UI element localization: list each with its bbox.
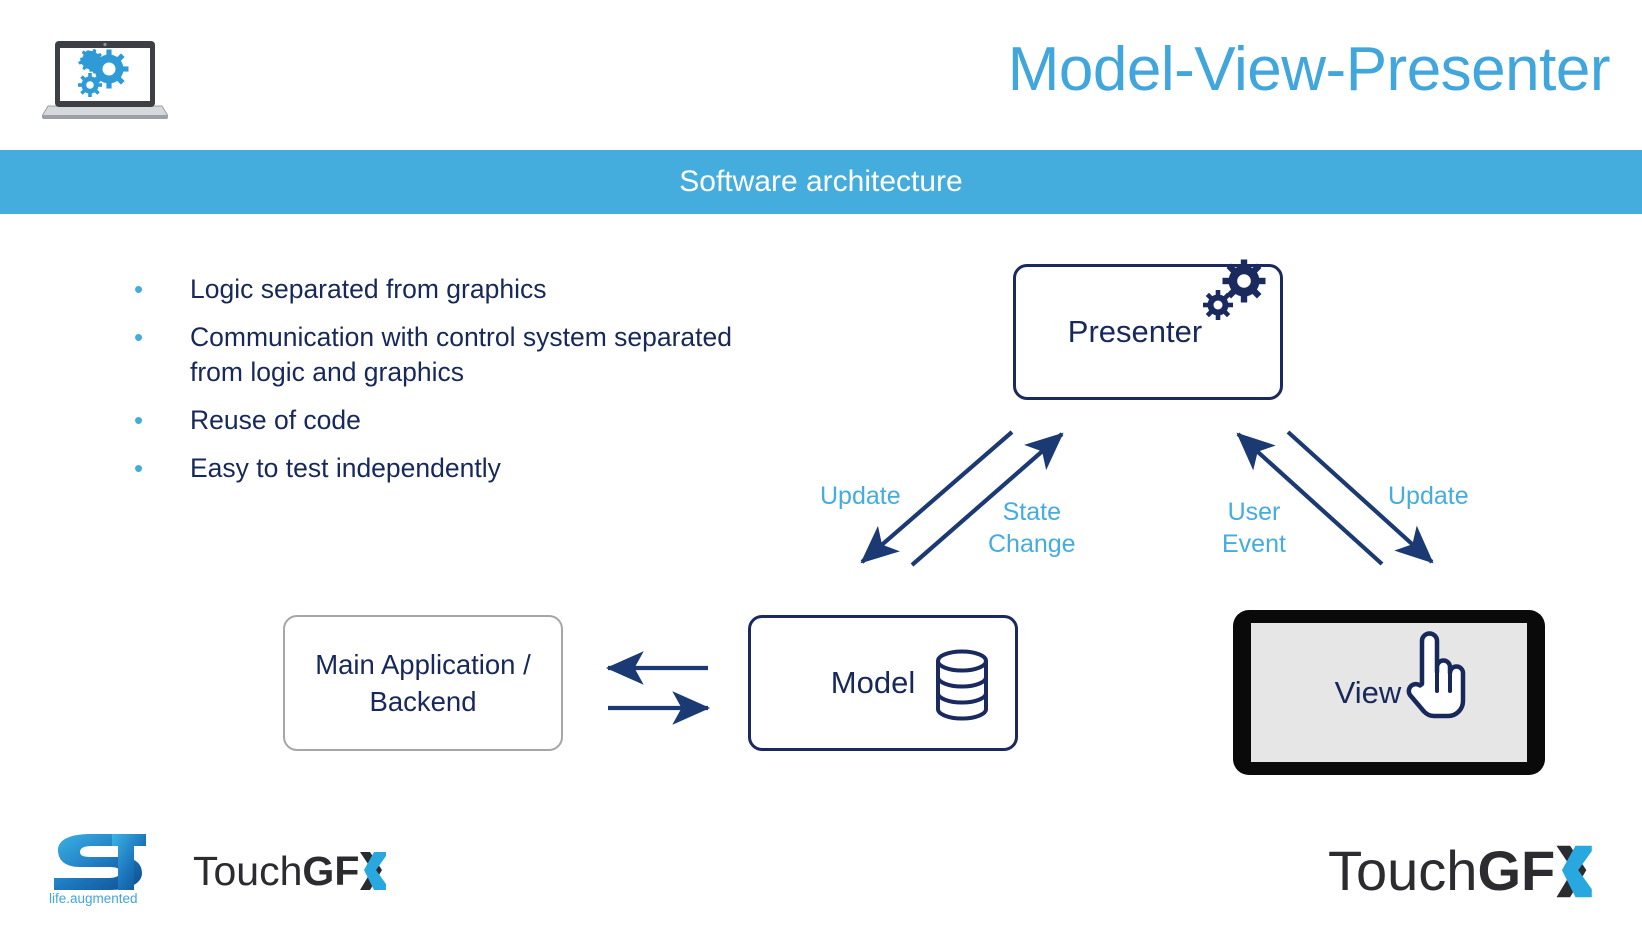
page-title: Model-View-Presenter <box>1007 35 1611 104</box>
laptop-gears-icon <box>41 36 169 122</box>
arrow-label-update-right: Update <box>1388 482 1469 510</box>
bullet-dot-icon: • <box>134 453 144 483</box>
touchgfx-x-icon <box>1555 838 1596 903</box>
node-backend: Main Application / Backend <box>283 615 563 751</box>
bullet-text: Communication with control system separa… <box>190 322 733 387</box>
bullet-dot-icon: • <box>134 405 144 435</box>
touchgfx-logo-right: Touch GF <box>1328 838 1596 903</box>
touchgfx-touch-text: Touch <box>193 848 303 894</box>
gears-icon <box>1194 253 1272 331</box>
touchgfx-x-icon <box>359 848 389 895</box>
node-backend-label-line1: Main Application / <box>315 649 531 680</box>
node-model: Model <box>748 615 1018 751</box>
bullet-dot-icon: • <box>134 274 144 304</box>
arrow-label-update-left: Update <box>820 482 901 510</box>
pointing-hand-icon <box>1403 627 1469 719</box>
list-item: • Communication with control system sepa… <box>134 320 734 390</box>
bullet-list: • Logic separated from graphics • Commun… <box>134 272 734 499</box>
subtitle-text: Software architecture <box>679 165 963 198</box>
touchgfx-gf-text: GF <box>1477 839 1556 902</box>
arrow-label-user-event: User Event <box>1222 498 1286 558</box>
bullet-text: Logic separated from graphics <box>190 274 547 304</box>
node-view-label: View <box>1334 674 1402 710</box>
arrow-label-state-change: State Change <box>988 498 1076 558</box>
list-item: • Easy to test independently <box>134 451 734 486</box>
st-logo: life.augmented <box>48 828 158 906</box>
st-logo-tagline: life.augmented <box>49 891 138 906</box>
node-presenter: Presenter <box>1013 259 1283 400</box>
slide-canvas: Model-View-Presenter Software architectu… <box>0 0 1642 928</box>
view-screen: View <box>1251 623 1527 762</box>
database-icon <box>933 648 991 722</box>
node-presenter-label: Presenter <box>1067 314 1203 349</box>
bullet-dot-icon: • <box>134 322 144 352</box>
list-item: • Reuse of code <box>134 403 734 438</box>
node-view: View <box>1233 610 1545 775</box>
touchgfx-touch-text: Touch <box>1328 839 1478 902</box>
touchgfx-logo-left: Touch GF <box>193 848 389 895</box>
node-backend-label-line2: Backend <box>369 686 477 717</box>
bullet-text: Easy to test independently <box>190 453 501 483</box>
node-model-label: Model <box>830 665 916 700</box>
bullet-text: Reuse of code <box>190 405 361 435</box>
touchgfx-gf-text: GF <box>302 848 360 894</box>
subtitle-bar: Software architecture <box>0 150 1642 214</box>
list-item: • Logic separated from graphics <box>134 272 734 307</box>
